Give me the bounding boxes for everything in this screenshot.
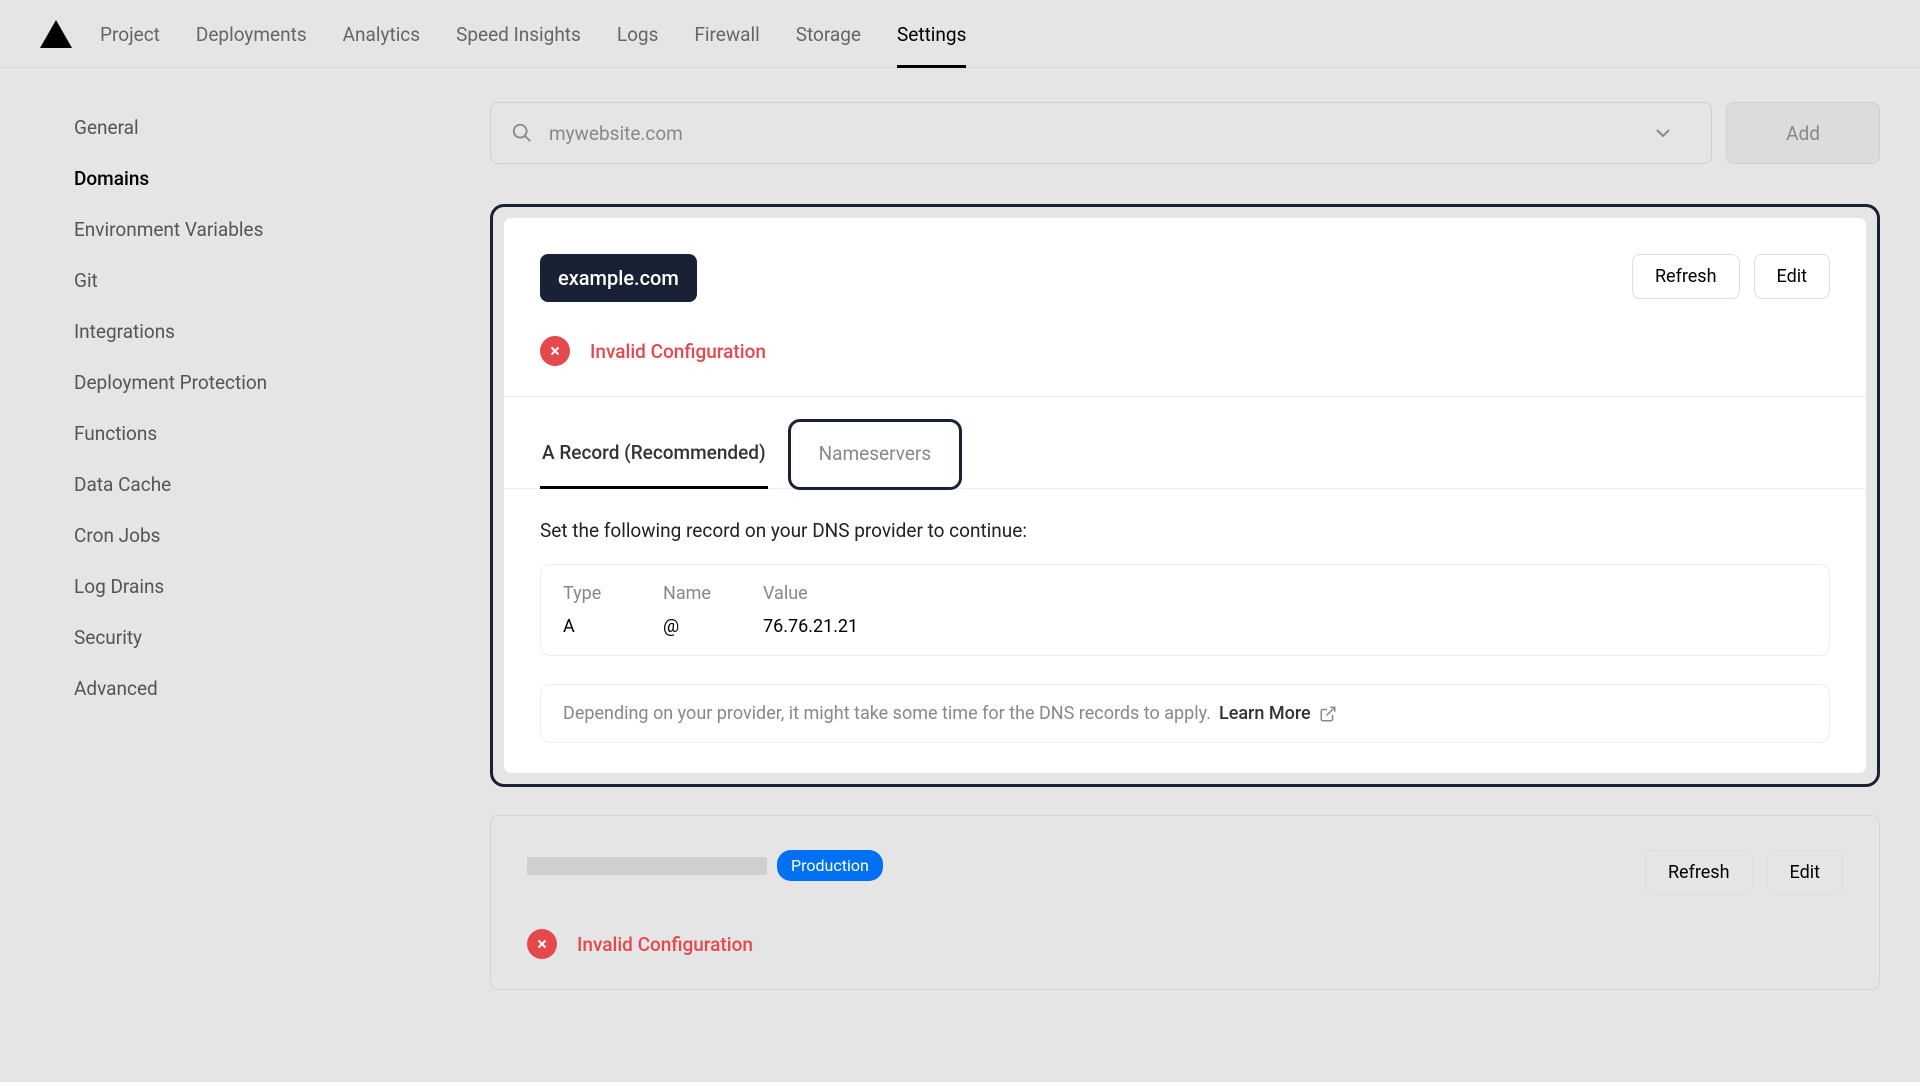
sidebar-item-security[interactable]: Security [74,612,490,663]
edit-button[interactable]: Edit [1754,254,1830,299]
status-row: Invalid Configuration [504,302,1866,396]
sidebar-item-functions[interactable]: Functions [74,408,490,459]
nav-tabs: Project Deployments Analytics Speed Insi… [100,3,966,65]
dns-value-name: @ [663,616,723,637]
logo-triangle-icon[interactable] [40,20,72,48]
dns-header-value: Value [763,583,1807,604]
status-text: Invalid Configuration [590,340,766,363]
sidebar-item-advanced[interactable]: Advanced [74,663,490,714]
sidebar-item-integrations[interactable]: Integrations [74,306,490,357]
edit-button-secondary[interactable]: Edit [1767,850,1843,895]
add-domain-button[interactable]: Add [1726,102,1880,164]
status-row-secondary: Invalid Configuration [491,895,1879,989]
domain-input-wrap[interactable] [490,102,1712,164]
dns-table: Type Name Value A @ 76.76.21.21 [540,564,1830,656]
domain-card-focus-ring: example.com Refresh Edit Invalid Configu… [490,204,1880,787]
nav-tab-deployments[interactable]: Deployments [196,3,307,65]
nav-tab-project[interactable]: Project [100,3,160,65]
sidebar-item-deployment-protection[interactable]: Deployment Protection [74,357,490,408]
external-link-icon [1319,705,1337,723]
sidebar-item-data-cache[interactable]: Data Cache [74,459,490,510]
nav-tab-analytics[interactable]: Analytics [343,3,420,65]
info-box: Depending on your provider, it might tak… [540,684,1830,743]
settings-sidebar: General Domains Environment Variables Gi… [0,102,490,990]
add-domain-row: Add [490,102,1880,164]
production-badge: Production [777,850,883,881]
status-text-secondary: Invalid Configuration [577,933,753,956]
sidebar-item-domains[interactable]: Domains [74,153,490,204]
refresh-button[interactable]: Refresh [1632,254,1740,299]
tab-a-record[interactable]: A Record (Recommended) [540,419,768,489]
nav-tab-storage[interactable]: Storage [796,3,861,65]
sidebar-item-env-vars[interactable]: Environment Variables [74,204,490,255]
main-content: Add example.com Refresh Edit Invalid Con… [490,102,1920,990]
search-icon [511,122,533,144]
domain-input[interactable] [549,122,1651,145]
domain-chip: example.com [540,254,697,302]
domain-card: example.com Refresh Edit Invalid Configu… [503,217,1867,774]
domain-placeholder [527,857,767,875]
dns-tabs: A Record (Recommended) Nameservers [504,397,1866,489]
dns-value-value: 76.76.21.21 [763,616,1807,637]
sidebar-item-general[interactable]: General [74,102,490,153]
nav-tab-logs[interactable]: Logs [617,3,659,65]
sidebar-item-git[interactable]: Git [74,255,490,306]
nav-tab-firewall[interactable]: Firewall [694,3,759,65]
info-text: Depending on your provider, it might tak… [563,703,1211,724]
tab-nameservers[interactable]: Nameservers [788,419,963,490]
error-icon [527,929,557,959]
dns-header-type: Type [563,583,623,604]
learn-more-link[interactable]: Learn More [1219,703,1311,724]
dns-description: Set the following record on your DNS pro… [504,489,1866,564]
sidebar-item-log-drains[interactable]: Log Drains [74,561,490,612]
nav-tab-speed-insights[interactable]: Speed Insights [456,3,581,65]
sidebar-item-cron-jobs[interactable]: Cron Jobs [74,510,490,561]
dns-header-name: Name [663,583,723,604]
error-icon [540,336,570,366]
refresh-button-secondary[interactable]: Refresh [1645,850,1753,895]
nav-tab-settings[interactable]: Settings [897,3,966,68]
domain-card-secondary: Production Refresh Edit Invalid Configur… [490,815,1880,990]
dns-value-type: A [563,616,623,637]
chevron-down-icon[interactable] [1651,121,1675,145]
top-nav: Project Deployments Analytics Speed Insi… [0,0,1920,68]
